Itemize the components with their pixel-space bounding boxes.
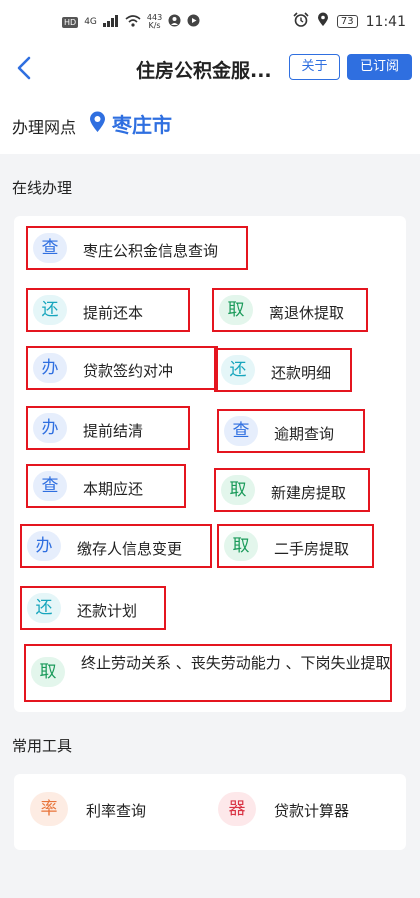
service-item-current-due[interactable]: 查 本期应还 <box>26 464 186 508</box>
online-section-title: 在线办理 <box>12 179 73 197</box>
calculator-icon: 器 <box>218 792 256 826</box>
service-label: 新建房提取 <box>271 484 347 502</box>
service-item-depositor-info-change[interactable]: 办 缴存人信息变更 <box>20 524 212 568</box>
clock: 11:41 <box>365 13 406 30</box>
query-icon: 查 <box>33 233 67 263</box>
withdraw-icon: 取 <box>221 475 255 505</box>
withdraw-icon: 取 <box>219 295 253 325</box>
service-item-loan-offset[interactable]: 办 贷款签约对冲 <box>26 346 218 390</box>
location-status-icon <box>317 12 329 31</box>
service-item-retirement-withdraw[interactable]: 取 离退休提取 <box>212 288 368 332</box>
service-label: 枣庄公积金信息查询 <box>83 242 219 260</box>
service-item-second-hand-withdraw[interactable]: 取 二手房提取 <box>217 524 374 568</box>
play-icon <box>187 14 200 30</box>
net-speed-unit: K/s <box>148 21 161 30</box>
handle-icon: 办 <box>27 531 61 561</box>
location-city[interactable]: 枣庄市 <box>112 109 172 138</box>
service-location: 办理网点 枣庄市 <box>0 92 420 154</box>
service-item-repayment-plan[interactable]: 还 还款计划 <box>20 586 166 630</box>
withdraw-icon: 取 <box>31 657 65 687</box>
service-item-overdue-query[interactable]: 查 逾期查询 <box>217 409 365 453</box>
handle-icon: 办 <box>33 353 67 383</box>
service-item-query-info[interactable]: 查 枣庄公积金信息查询 <box>26 226 248 270</box>
alarm-icon <box>293 12 309 31</box>
service-label: 二手房提取 <box>274 540 350 558</box>
rate-icon: 率 <box>30 792 68 826</box>
service-item-new-house-withdraw[interactable]: 取 新建房提取 <box>214 468 370 512</box>
tool-label: 利率查询 <box>86 802 147 820</box>
service-label: 终止劳动关系 、丧失劳动能力 、下岗失业提取 <box>81 654 391 672</box>
tools-card: 率 利率查询 器 贷款计算器 <box>14 774 406 850</box>
tool-rate-query[interactable]: 率 利率查询 <box>30 790 200 830</box>
service-label: 贷款签约对冲 <box>83 362 174 380</box>
location-label: 办理网点 <box>12 118 77 137</box>
status-left: HD 4G 443 K/s <box>62 14 200 30</box>
shield-user-icon <box>168 14 181 30</box>
service-item-early-settle[interactable]: 办 提前结清 <box>26 406 190 450</box>
withdraw-icon: 取 <box>224 531 258 561</box>
service-item-early-principal[interactable]: 还 提前还本 <box>26 288 190 332</box>
tool-loan-calculator[interactable]: 器 贷款计算器 <box>218 790 398 830</box>
status-right: 73 11:41 <box>293 12 406 31</box>
back-arrow-icon[interactable] <box>14 54 34 87</box>
about-button[interactable]: 关于 <box>289 54 340 80</box>
service-label: 逾期查询 <box>274 425 335 443</box>
query-icon: 查 <box>33 471 67 501</box>
network-label: 4G <box>84 17 97 27</box>
service-item-repayment-detail[interactable]: 还 还款明细 <box>214 348 352 392</box>
service-label: 还款明细 <box>271 364 332 382</box>
wifi-icon <box>125 14 141 30</box>
repay-icon: 还 <box>27 593 61 623</box>
nav-bar: 住房公积金服... 关于 已订阅 <box>0 44 420 92</box>
service-label: 提前结清 <box>83 422 144 440</box>
signal-icon <box>102 14 119 30</box>
repay-icon: 还 <box>221 355 255 385</box>
service-label: 离退休提取 <box>269 304 345 322</box>
service-item-termination-withdraw[interactable]: 取 终止劳动关系 、丧失劳动能力 、下岗失业提取 <box>24 644 392 702</box>
service-label: 还款计划 <box>77 602 138 620</box>
hd-badge: HD <box>62 16 79 28</box>
service-label: 缴存人信息变更 <box>77 540 183 558</box>
tool-label: 贷款计算器 <box>274 802 350 820</box>
subscribed-button[interactable]: 已订阅 <box>347 54 412 80</box>
repay-icon: 还 <box>33 295 67 325</box>
net-speed: 443 K/s <box>147 14 162 30</box>
online-services-card: 查 枣庄公积金信息查询 还 提前还本 取 离退休提取 办 贷款签约对冲 还 还款… <box>14 216 406 712</box>
query-icon: 查 <box>224 416 258 446</box>
handle-icon: 办 <box>33 413 67 443</box>
page-title: 住房公积金服... <box>136 60 272 82</box>
service-label: 提前还本 <box>83 304 144 322</box>
location-pin-icon <box>89 111 106 133</box>
service-label: 本期应还 <box>83 480 144 498</box>
status-bar: HD 4G 443 K/s 73 11:41 <box>0 0 420 44</box>
battery-level: 73 <box>336 15 358 28</box>
tools-section-title: 常用工具 <box>12 737 73 755</box>
